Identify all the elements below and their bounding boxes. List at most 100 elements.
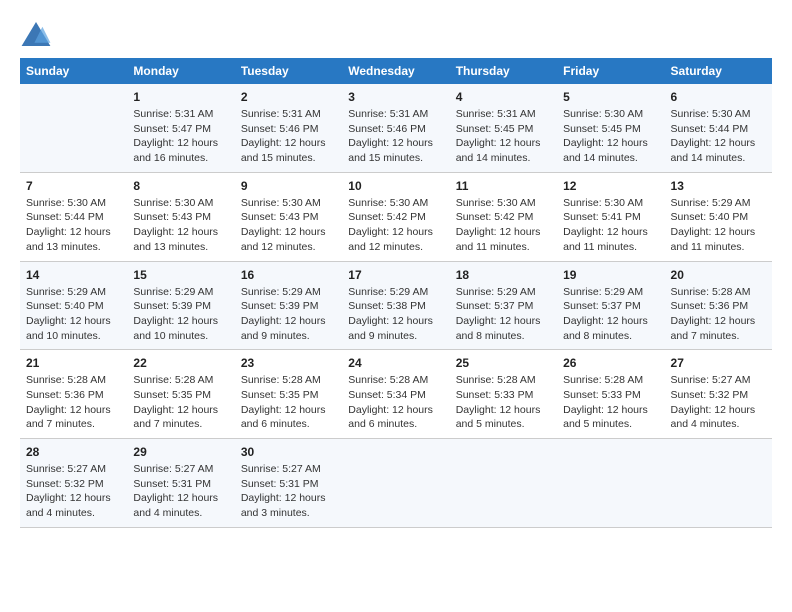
calendar-cell: 14Sunrise: 5:29 AMSunset: 5:40 PMDayligh… (20, 261, 127, 350)
day-info: Sunrise: 5:29 AMSunset: 5:40 PMDaylight:… (671, 196, 766, 255)
day-info: Sunrise: 5:30 AMSunset: 5:42 PMDaylight:… (348, 196, 443, 255)
day-number: 2 (241, 90, 336, 104)
day-header-tuesday: Tuesday (235, 58, 342, 84)
week-row-4: 21Sunrise: 5:28 AMSunset: 5:36 PMDayligh… (20, 350, 772, 439)
day-header-saturday: Saturday (665, 58, 772, 84)
day-number: 23 (241, 356, 336, 370)
calendar-cell: 19 Sunrise: 5:29 AMSunset: 5:37 PMDayligh… (557, 261, 664, 350)
calendar-cell: 2 Sunrise: 5:31 AMSunset: 5:46 PMDaylight… (235, 84, 342, 172)
day-number: 20 (671, 268, 766, 282)
page-header (20, 20, 772, 48)
calendar-cell (342, 439, 449, 528)
day-number: 9 (241, 179, 336, 193)
day-info: Sunrise: 5:27 AMSunset: 5:31 PMDaylight:… (133, 462, 228, 521)
day-info: Sunrise: 5:29 AMSunset: 5:39 PMDaylight:… (241, 285, 336, 344)
calendar-cell (20, 84, 127, 172)
week-row-2: 7 Sunrise: 5:30 AMSunset: 5:44 PMDaylight… (20, 172, 772, 261)
logo-icon (20, 20, 52, 48)
day-number: 8 (133, 179, 228, 193)
day-number: 27 (671, 356, 766, 370)
calendar-cell: 3 Sunrise: 5:31 AMSunset: 5:46 PMDaylight… (342, 84, 449, 172)
calendar-cell: 21Sunrise: 5:28 AMSunset: 5:36 PMDayligh… (20, 350, 127, 439)
day-number: 29 (133, 445, 228, 459)
day-info: Sunrise: 5:29 AMSunset: 5:39 PMDaylight:… (133, 285, 228, 344)
week-row-3: 14Sunrise: 5:29 AMSunset: 5:40 PMDayligh… (20, 261, 772, 350)
day-header-wednesday: Wednesday (342, 58, 449, 84)
day-number: 24 (348, 356, 443, 370)
calendar-cell: 20 Sunrise: 5:28 AMSunset: 5:36 PMDayligh… (665, 261, 772, 350)
day-info: Sunrise: 5:29 AMSunset: 5:38 PMDaylight:… (348, 285, 443, 344)
day-number: 13 (671, 179, 766, 193)
calendar-cell: 24Sunrise: 5:28 AMSunset: 5:34 PMDayligh… (342, 350, 449, 439)
calendar-cell: 23 Sunrise: 5:28 AMSunset: 5:35 PMDayligh… (235, 350, 342, 439)
day-info: Sunrise: 5:27 AMSunset: 5:32 PMDaylight:… (671, 373, 766, 432)
calendar-cell: 28 Sunrise: 5:27 AMSunset: 5:32 PMDayligh… (20, 439, 127, 528)
day-info: Sunrise: 5:28 AMSunset: 5:36 PMDaylight:… (671, 285, 766, 344)
day-info: Sunrise: 5:30 AMSunset: 5:44 PMDaylight:… (26, 196, 121, 255)
day-number: 28 (26, 445, 121, 459)
day-number: 15 (133, 268, 228, 282)
day-number: 11 (456, 179, 551, 193)
day-number: 19 (563, 268, 658, 282)
day-number: 4 (456, 90, 551, 104)
day-info: Sunrise: 5:30 AMSunset: 5:44 PMDaylight:… (671, 107, 766, 166)
day-number: 25 (456, 356, 551, 370)
day-number: 10 (348, 179, 443, 193)
calendar-cell: 8 Sunrise: 5:30 AMSunset: 5:43 PMDaylight… (127, 172, 234, 261)
day-info: Sunrise: 5:31 AMSunset: 5:47 PMDaylight:… (133, 107, 228, 166)
day-header-sunday: Sunday (20, 58, 127, 84)
week-row-1: 1 Sunrise: 5:31 AMSunset: 5:47 PMDaylight… (20, 84, 772, 172)
day-info: Sunrise: 5:30 AMSunset: 5:42 PMDaylight:… (456, 196, 551, 255)
calendar-cell (450, 439, 557, 528)
day-number: 3 (348, 90, 443, 104)
calendar-cell: 7 Sunrise: 5:30 AMSunset: 5:44 PMDaylight… (20, 172, 127, 261)
week-row-5: 28 Sunrise: 5:27 AMSunset: 5:32 PMDayligh… (20, 439, 772, 528)
day-number: 22 (133, 356, 228, 370)
calendar-cell: 27 Sunrise: 5:27 AMSunset: 5:32 PMDayligh… (665, 350, 772, 439)
day-info: Sunrise: 5:28 AMSunset: 5:33 PMDaylight:… (563, 373, 658, 432)
calendar-cell: 26Sunrise: 5:28 AMSunset: 5:33 PMDayligh… (557, 350, 664, 439)
day-info: Sunrise: 5:29 AMSunset: 5:37 PMDaylight:… (456, 285, 551, 344)
calendar-cell: 13 Sunrise: 5:29 AMSunset: 5:40 PMDayligh… (665, 172, 772, 261)
calendar-cell: 17 Sunrise: 5:29 AMSunset: 5:38 PMDayligh… (342, 261, 449, 350)
day-info: Sunrise: 5:30 AMSunset: 5:41 PMDaylight:… (563, 196, 658, 255)
calendar-cell: 22 Sunrise: 5:28 AMSunset: 5:35 PMDayligh… (127, 350, 234, 439)
day-info: Sunrise: 5:28 AMSunset: 5:35 PMDaylight:… (241, 373, 336, 432)
day-number: 21 (26, 356, 121, 370)
day-info: Sunrise: 5:27 AMSunset: 5:31 PMDaylight:… (241, 462, 336, 521)
day-info: Sunrise: 5:31 AMSunset: 5:46 PMDaylight:… (348, 107, 443, 166)
day-info: Sunrise: 5:29 AMSunset: 5:40 PMDaylight:… (26, 285, 121, 344)
calendar-cell: 5 Sunrise: 5:30 AMSunset: 5:45 PMDaylight… (557, 84, 664, 172)
calendar-cell: 25 Sunrise: 5:28 AMSunset: 5:33 PMDayligh… (450, 350, 557, 439)
calendar-cell (665, 439, 772, 528)
day-info: Sunrise: 5:28 AMSunset: 5:33 PMDaylight:… (456, 373, 551, 432)
day-header-friday: Friday (557, 58, 664, 84)
day-info: Sunrise: 5:30 AMSunset: 5:45 PMDaylight:… (563, 107, 658, 166)
day-number: 5 (563, 90, 658, 104)
calendar-cell: 1 Sunrise: 5:31 AMSunset: 5:47 PMDaylight… (127, 84, 234, 172)
day-info: Sunrise: 5:27 AMSunset: 5:32 PMDaylight:… (26, 462, 121, 521)
day-number: 12 (563, 179, 658, 193)
day-number: 6 (671, 90, 766, 104)
day-info: Sunrise: 5:30 AMSunset: 5:43 PMDaylight:… (241, 196, 336, 255)
day-number: 18 (456, 268, 551, 282)
day-number: 16 (241, 268, 336, 282)
day-number: 1 (133, 90, 228, 104)
logo (20, 20, 56, 48)
day-header-thursday: Thursday (450, 58, 557, 84)
calendar-cell: 9 Sunrise: 5:30 AMSunset: 5:43 PMDaylight… (235, 172, 342, 261)
day-info: Sunrise: 5:31 AMSunset: 5:46 PMDaylight:… (241, 107, 336, 166)
day-number: 7 (26, 179, 121, 193)
day-number: 17 (348, 268, 443, 282)
calendar-cell: 16 Sunrise: 5:29 AMSunset: 5:39 PMDayligh… (235, 261, 342, 350)
calendar-cell: 11 Sunrise: 5:30 AMSunset: 5:42 PMDayligh… (450, 172, 557, 261)
calendar-cell: 30Sunrise: 5:27 AMSunset: 5:31 PMDayligh… (235, 439, 342, 528)
day-info: Sunrise: 5:29 AMSunset: 5:37 PMDaylight:… (563, 285, 658, 344)
day-info: Sunrise: 5:30 AMSunset: 5:43 PMDaylight:… (133, 196, 228, 255)
calendar-cell: 18 Sunrise: 5:29 AMSunset: 5:37 PMDayligh… (450, 261, 557, 350)
day-header-monday: Monday (127, 58, 234, 84)
day-info: Sunrise: 5:28 AMSunset: 5:35 PMDaylight:… (133, 373, 228, 432)
calendar-cell: 4Sunrise: 5:31 AMSunset: 5:45 PMDaylight… (450, 84, 557, 172)
calendar-cell: 10 Sunrise: 5:30 AMSunset: 5:42 PMDayligh… (342, 172, 449, 261)
calendar-table: SundayMondayTuesdayWednesdayThursdayFrid… (20, 58, 772, 528)
